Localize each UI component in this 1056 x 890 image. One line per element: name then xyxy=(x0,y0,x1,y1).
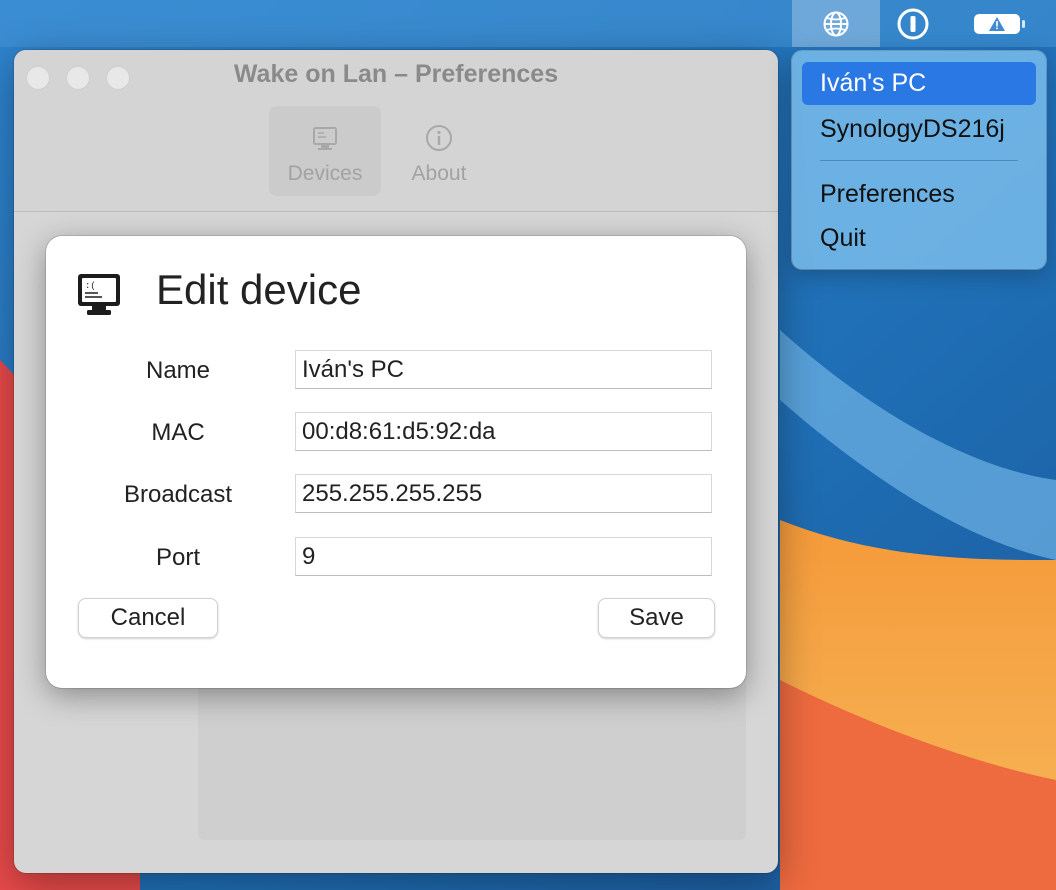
port-row: Port xyxy=(46,537,746,577)
cancel-button[interactable]: Cancel xyxy=(78,598,218,638)
wake-on-lan-status-item[interactable] xyxy=(792,0,880,47)
menu-item-quit[interactable]: Quit xyxy=(802,217,1036,260)
svg-text::(: :( xyxy=(85,281,96,291)
tab-about[interactable]: About xyxy=(383,106,495,196)
status-menu-dropdown: Iván's PC SynologyDS216j Preferences Qui… xyxy=(792,51,1046,269)
tab-devices[interactable]: Devices xyxy=(269,106,381,196)
broadcast-field[interactable] xyxy=(295,474,712,513)
info-icon xyxy=(426,125,452,151)
mac-label: MAC xyxy=(151,419,205,446)
menu-separator xyxy=(820,160,1018,161)
window-titlebar: Wake on Lan – Preferences Devices About xyxy=(14,50,778,212)
tab-about-label: About xyxy=(411,162,467,185)
name-label: Name xyxy=(145,357,211,384)
menu-item-device[interactable]: Iván's PC xyxy=(802,62,1036,105)
password-manager-status-item[interactable] xyxy=(892,0,934,47)
save-button[interactable]: Save xyxy=(598,598,715,638)
mac-field[interactable] xyxy=(295,412,712,451)
battery-warning-icon xyxy=(974,13,1025,34)
monitor-icon: :( xyxy=(78,274,120,315)
menu-item-device[interactable]: SynologyDS216j xyxy=(802,108,1036,151)
broadcast-row: Broadcast xyxy=(46,474,746,514)
menu-item-preferences[interactable]: Preferences xyxy=(802,173,1036,216)
devices-list-panel xyxy=(198,670,746,840)
broadcast-label: Broadcast xyxy=(123,481,233,508)
edit-device-sheet: :( Edit device Name MAC Broadcast Port C… xyxy=(46,236,746,688)
menu-bar xyxy=(0,0,1056,47)
battery-status-item[interactable] xyxy=(970,0,1030,47)
one-password-icon xyxy=(897,8,929,39)
sheet-title: Edit device xyxy=(156,266,362,313)
tab-devices-label: Devices xyxy=(287,162,363,185)
port-label: Port xyxy=(155,544,200,571)
mac-row: MAC xyxy=(46,412,746,452)
port-field[interactable] xyxy=(295,537,712,576)
monitor-icon xyxy=(313,127,337,150)
window-title: Wake on Lan – Preferences xyxy=(233,60,559,88)
name-field[interactable] xyxy=(295,350,712,389)
globe-icon xyxy=(823,11,849,36)
name-row: Name xyxy=(46,350,746,390)
